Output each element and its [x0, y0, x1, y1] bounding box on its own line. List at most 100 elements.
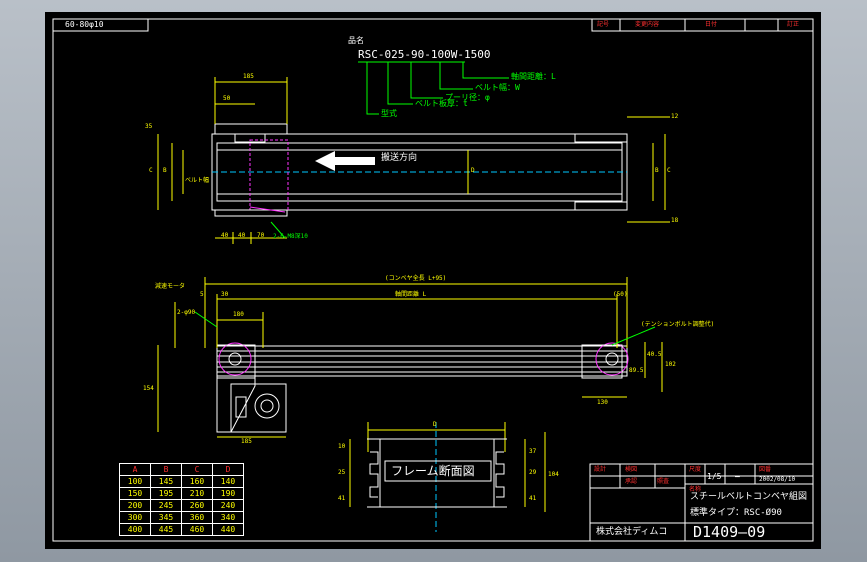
dim-89-5: 89.5 [629, 367, 644, 374]
tb-label-design: 設計 [594, 466, 607, 473]
tb-title2: 標準タイプ：RSC-Ø90 [690, 508, 782, 518]
rev-header-date: 日付 [705, 21, 718, 28]
dim-top-c-right: C [667, 167, 671, 174]
dim-top-40b: 40 [238, 232, 246, 239]
table-header: C [181, 463, 213, 476]
section-title: フレーム断面図 [391, 464, 475, 478]
legend-type: 型式 [381, 109, 397, 118]
section-right-2: 41 [529, 495, 537, 502]
section-d: D [433, 421, 437, 428]
dim-185: 185 [241, 438, 252, 445]
table-cell: 440 [212, 523, 244, 536]
motor-label: 減速モータ [155, 283, 186, 290]
revision-box [591, 18, 814, 32]
table-cell: 445 [150, 523, 182, 536]
tb-label-review: 照査 [657, 478, 670, 485]
dim-top-50: 50 [223, 95, 231, 102]
dim-top-18: 18 [671, 217, 679, 224]
dim-5: 5 [200, 291, 204, 298]
table-cell: 100 [119, 475, 151, 488]
table-row: 100 145 160 140 [119, 475, 244, 488]
section-right-1: 29 [529, 469, 537, 476]
belt-width-label: ベルト幅 [185, 177, 210, 184]
idler-pulley [595, 342, 629, 376]
direction-arrow [315, 151, 375, 171]
table-header: A [119, 463, 151, 476]
legend-belt-thickness: ベルト板厚：t [415, 99, 468, 108]
table-cell: 245 [150, 499, 182, 512]
dim-top-40a: 40 [221, 232, 229, 239]
rev-header-content: 変更内容 [635, 21, 660, 28]
tb-label-check: 検図 [625, 466, 638, 473]
dim-50: (50) [613, 291, 628, 298]
table-cell: 260 [181, 499, 213, 512]
section-left-2: 41 [338, 495, 346, 502]
dimension-table: A B C D 100 145 160 140 150 195 210 190 … [119, 463, 244, 536]
rev-header-mark: 記号 [597, 21, 610, 28]
table-cell: 195 [150, 487, 182, 500]
dim-phi90: 2-φ90 [177, 309, 196, 316]
table-cell: 345 [150, 511, 182, 524]
dim-top-d: D [471, 167, 475, 174]
table-cell: 340 [212, 511, 244, 524]
table-cell: 140 [212, 475, 244, 488]
table-cell: 150 [119, 487, 151, 500]
direction-label: 搬送方向 [381, 153, 418, 163]
table-header: B [150, 463, 182, 476]
dim-top-b-right: B [655, 167, 659, 174]
dim-total: (コンベヤ全長 L+95) [385, 275, 447, 282]
table-header: D [212, 463, 244, 476]
section-height: 104 [548, 471, 559, 478]
table-header-row: A B C D [119, 463, 244, 476]
table-row: 200 245 260 240 [119, 499, 244, 512]
dim-top-70: 70 [257, 232, 265, 239]
tb-label-scale: 尺度 [689, 466, 702, 473]
dim-top-185: 185 [243, 73, 254, 80]
section-left-0: 10 [338, 443, 346, 450]
tb-drawing-number: D1409—09 [693, 523, 766, 541]
table-cell: 240 [212, 499, 244, 512]
dim-102: 102 [665, 361, 676, 368]
dim-130: 130 [597, 399, 608, 406]
legend-axis: 軸間距離：L [511, 72, 556, 81]
dim-top-12: 12 [671, 113, 679, 120]
motor-circle [254, 393, 280, 419]
table-cell: 460 [181, 523, 213, 536]
tb-title1: スチールベルトコンベヤ組図 [690, 492, 808, 502]
dim-40-5: 40.5 [647, 351, 662, 358]
tb-scale: 1/5 [707, 472, 722, 481]
part-name-label: 品名 [348, 36, 364, 45]
front-view [157, 277, 663, 438]
drawing-sheet[interactable]: 60-80φ10 記号 変更内容 日付 訂正 品名 RSC-025-90-100… [45, 12, 821, 549]
section-left-1: 25 [338, 469, 346, 476]
table-cell: 200 [119, 499, 151, 512]
table-cell: 145 [150, 475, 182, 488]
table-cell: 210 [181, 487, 213, 500]
dim-top-35: 35 [145, 123, 153, 130]
tb-label-drawing-no: 図番 [759, 466, 772, 473]
tension-label: (テンションボルト調整代) [641, 321, 715, 328]
dim-top-b: B [163, 167, 167, 174]
legend-belt-width: ベルト幅：W [475, 83, 520, 92]
tb-company: 株式会社ディムコ [596, 527, 668, 537]
dim-axis: 軸間距離 L [395, 291, 427, 298]
table-row: 150 195 210 190 [119, 487, 244, 500]
size-label: 60-80φ10 [65, 20, 104, 29]
tb-dash: — [735, 472, 740, 481]
table-cell: 190 [212, 487, 244, 500]
table-cell: 160 [181, 475, 213, 488]
tb-label-approve: 承認 [625, 478, 638, 485]
dim-154: 154 [143, 385, 154, 392]
tb-date: 2002/08/10 [759, 476, 796, 483]
table-row: 400 445 460 440 [119, 523, 244, 536]
table-cell: 300 [119, 511, 151, 524]
motor-box [230, 383, 287, 433]
dim-180: 180 [233, 311, 244, 318]
section-right-0: 37 [529, 448, 537, 455]
rev-header-fix: 訂正 [787, 21, 800, 28]
model-number: RSC-025-90-100W-1500 [358, 48, 491, 61]
dim-30: 30 [221, 291, 229, 298]
dim-top-c: C [149, 167, 153, 174]
table-row: 300 345 360 340 [119, 511, 244, 524]
table-cell: 360 [181, 511, 213, 524]
